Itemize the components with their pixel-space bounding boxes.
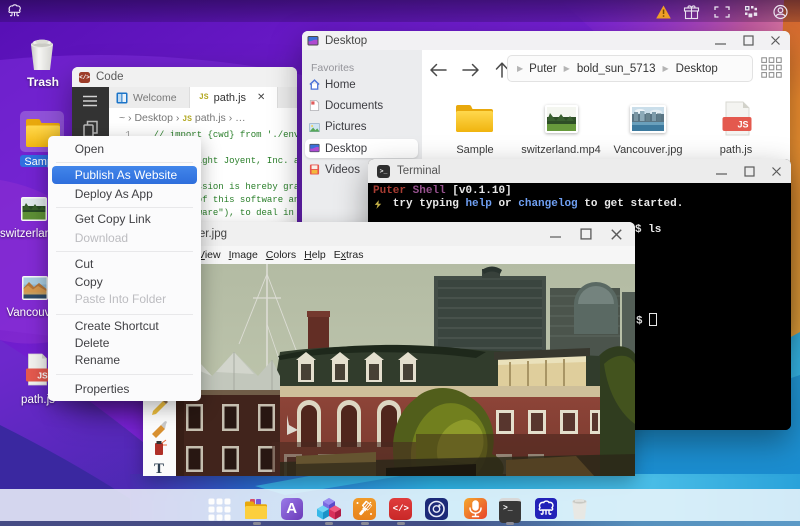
svg-text:JS: JS (737, 120, 748, 130)
svg-text:T: T (154, 461, 164, 477)
svg-text:JS: JS (37, 371, 48, 381)
